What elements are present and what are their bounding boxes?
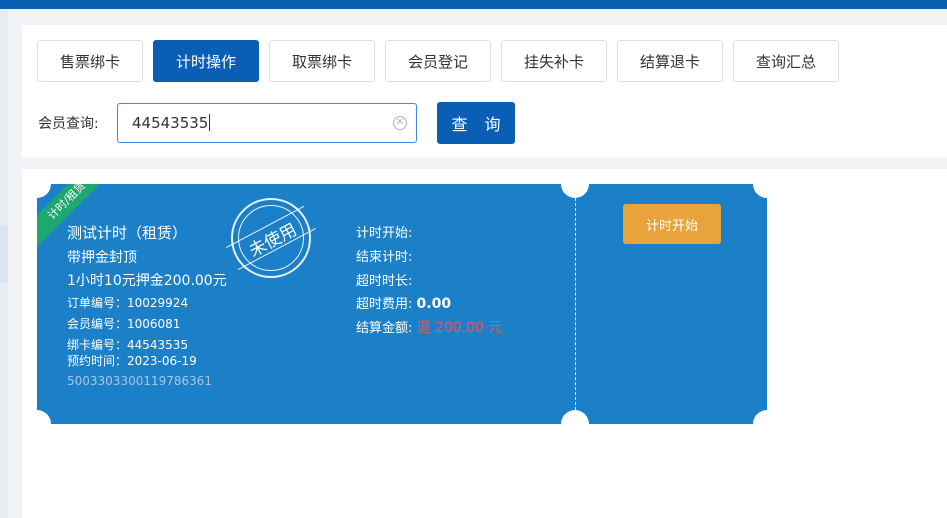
ticket-price-line: 1小时10元押金200.00元 xyxy=(67,273,227,289)
start-timing-button[interactable]: 计时开始 xyxy=(623,204,721,244)
timing-end-label: 结束计时: xyxy=(356,250,413,265)
ticket-notch xyxy=(37,184,51,198)
tab-sell-ticket-bind-card[interactable]: 售票绑卡 xyxy=(37,40,143,82)
member-query-value: 44543535 xyxy=(132,114,209,132)
settle-amount-value: 退 200.00 元 xyxy=(416,320,503,336)
ticket-notch xyxy=(753,410,767,424)
tab-report-loss-reissue[interactable]: 挂失补卡 xyxy=(501,40,607,82)
overtime-fee-label: 超时费用: xyxy=(356,297,413,312)
ticket-code: 5003303300119786361 xyxy=(67,374,213,388)
ticket-reserve-time: 预约时间：2023-06-19 xyxy=(67,354,197,368)
ticket-notch xyxy=(561,184,589,198)
ticket-order-no: 订单编号：10029924 xyxy=(67,296,189,310)
timing-start-label: 计时开始: xyxy=(356,226,413,241)
ticket-card-no: 绑卡编号：44543535 xyxy=(67,338,189,352)
tab-settle-return-card[interactable]: 结算退卡 xyxy=(617,40,723,82)
overtime-fee-value: 0.00 xyxy=(416,296,452,312)
ticket-member-no: 会员编号：1006081 xyxy=(67,317,181,331)
ticket-notch xyxy=(561,410,589,424)
tab-pickup-ticket-bind-card[interactable]: 取票绑卡 xyxy=(269,40,375,82)
query-button[interactable]: 查 询 xyxy=(437,102,515,144)
member-query-label: 会员查询: xyxy=(38,116,99,132)
ticket-notch xyxy=(753,184,767,198)
clear-icon[interactable]: ✕ xyxy=(393,116,407,130)
top-bar xyxy=(0,0,947,9)
member-query-input[interactable]: 44543535 ✕ xyxy=(117,103,417,143)
text-caret xyxy=(209,114,211,131)
sidebar-highlight xyxy=(0,225,8,283)
tab-member-registration[interactable]: 会员登记 xyxy=(385,40,491,82)
unused-stamp: 未使用 xyxy=(226,198,316,278)
settle-amount-label: 结算金额: xyxy=(356,321,413,336)
left-sidebar-strip xyxy=(0,9,8,518)
overtime-duration-label: 超时时长: xyxy=(356,274,413,289)
ticket-card: 计时/租赁 测试计时（租赁） 带押金封顶 1小时10元押金200.00元 订单编… xyxy=(37,184,767,424)
tab-query-summary[interactable]: 查询汇总 xyxy=(733,40,839,82)
overtime-fee-row: 超时费用: 0.00 xyxy=(356,293,451,312)
ticket-subtitle: 带押金封顶 xyxy=(67,250,137,266)
ticket-notch xyxy=(37,410,51,424)
tab-timing-operation[interactable]: 计时操作 xyxy=(153,40,259,82)
ticket-title: 测试计时（租赁） xyxy=(67,224,188,242)
settle-amount-row: 结算金额: 退 200.00 元 xyxy=(356,317,502,337)
ticket-divider xyxy=(575,198,576,410)
